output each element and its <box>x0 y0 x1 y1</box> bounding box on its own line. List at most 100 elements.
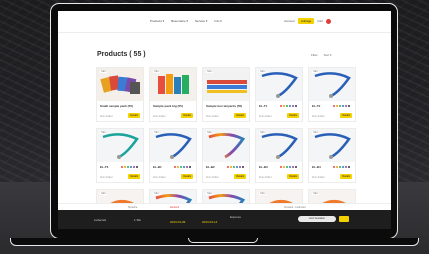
color-swatch <box>286 105 288 107</box>
product-link[interactable]: Zum Artikel <box>100 176 113 179</box>
product-title[interactable]: Sample box lanyards (55) <box>206 104 248 108</box>
nav-item-info[interactable]: Info ▾ <box>214 19 221 23</box>
product-card[interactable]: NEU EL-B2 Zum Artikel Details <box>202 128 250 183</box>
color-swatch <box>336 166 338 168</box>
color-swatch <box>348 166 350 168</box>
product-details-button[interactable]: Details <box>128 174 140 179</box>
color-swatch <box>342 105 344 107</box>
product-details-button[interactable]: Details <box>181 174 193 179</box>
product-card[interactable]: NEU Sample pack big (55) Zum Artikel Detail… <box>149 67 197 122</box>
product-tag: NEU <box>153 70 161 73</box>
color-swatch <box>124 166 126 168</box>
bar-label-express: Express <box>230 215 241 219</box>
color-swatch <box>127 166 129 168</box>
product-tag: NEU <box>259 70 267 73</box>
product-details-button[interactable]: Details <box>128 113 140 118</box>
product-tag: NEU <box>206 192 214 195</box>
color-swatches <box>121 166 138 168</box>
product-link[interactable]: Zum Artikel <box>312 176 325 179</box>
filter-link[interactable]: Filter <box>311 53 318 57</box>
bar-date-1: 2023-03-09 <box>170 220 186 224</box>
product-link[interactable]: Zum Artikel <box>206 115 219 118</box>
account-area: Account Anfrage Cart <box>284 18 332 24</box>
nav-item-service[interactable]: Service ▾ <box>195 19 207 23</box>
product-card[interactable]: NEU EL-B1 Zum Artikel Details <box>149 128 197 183</box>
product-card[interactable]: NEU EL-T2 Zum Artikel Details <box>308 67 356 122</box>
footer-shipping-link[interactable]: Versand - Lieferzeit <box>284 206 306 209</box>
color-swatches <box>174 166 191 168</box>
bar-label-qty: 1 Stk <box>134 218 141 222</box>
product-tag: NEU <box>100 131 108 134</box>
product-link[interactable]: Zum Artikel <box>153 176 166 179</box>
product-details-button[interactable]: Details <box>287 174 299 179</box>
sort-dropdown[interactable]: Sort ▾ <box>324 53 332 57</box>
color-swatch <box>121 166 123 168</box>
laptop-notch <box>188 238 258 243</box>
color-swatch <box>236 166 238 168</box>
product-details-button[interactable]: Details <box>234 174 246 179</box>
product-link[interactable]: Zum Artikel <box>100 115 113 118</box>
color-swatch <box>345 105 347 107</box>
product-title[interactable]: Small sample pack (55) <box>100 104 142 108</box>
laptop-screen: Products ▾ Besondere ▾ Service ▾ Info ▾ … <box>58 11 391 229</box>
product-details-button[interactable]: Details <box>234 113 246 118</box>
product-tag: NEU <box>312 70 320 73</box>
color-swatch <box>345 166 347 168</box>
product-tag: NEU <box>259 192 267 195</box>
order-pill-button[interactable]: Jetzt bestellen <box>298 216 336 222</box>
product-card[interactable]: NEU EL-T1 Zum Artikel Details <box>255 67 303 122</box>
bar-label-delivery: Lieferzeit <box>94 218 107 222</box>
color-swatch <box>174 166 176 168</box>
product-tag: NEU <box>259 131 267 134</box>
product-link[interactable]: Zum Artikel <box>206 176 219 179</box>
product-tag: NEU <box>100 70 108 73</box>
product-tag: NEU <box>206 131 214 134</box>
color-swatch <box>336 105 338 107</box>
color-swatch <box>348 105 350 107</box>
color-swatch <box>292 105 294 107</box>
product-link[interactable]: Zum Artikel <box>259 115 272 118</box>
color-swatch <box>230 166 232 168</box>
nav-item-special[interactable]: Besondere ▾ <box>171 19 188 23</box>
color-swatch <box>295 105 297 107</box>
color-swatches <box>333 105 350 107</box>
product-link[interactable]: Zum Artikel <box>259 176 272 179</box>
product-card[interactable]: NEU Sample box lanyards (55) Zum Artikel De… <box>202 67 250 122</box>
color-swatch <box>233 166 235 168</box>
color-swatch <box>177 166 179 168</box>
product-details-button[interactable]: Details <box>287 113 299 118</box>
footer-strip: Sprache Deutsch Versand - Lieferzeit <box>58 203 391 210</box>
product-title[interactable]: Sample pack big (55) <box>153 104 195 108</box>
color-swatch <box>130 166 132 168</box>
main-nav: Products ▾ Besondere ▾ Service ▾ Info ▾ <box>150 19 222 23</box>
cart-link[interactable]: Cart <box>317 19 323 23</box>
color-swatch <box>227 166 229 168</box>
product-details-button[interactable]: Details <box>340 113 352 118</box>
product-details-button[interactable]: Details <box>340 174 352 179</box>
nav-item-products[interactable]: Products ▾ <box>150 19 164 23</box>
product-tag: NEU <box>312 131 320 134</box>
order-go-button[interactable] <box>339 216 349 222</box>
configurator-bar: Lieferzeit 1 Stk 2023-03-09 2023-03-14 E… <box>58 210 391 229</box>
product-card[interactable]: NEU Small sample pack (55) Zum Artikel Deta… <box>96 67 144 122</box>
color-swatches <box>280 166 297 168</box>
product-card[interactable]: NEU EL-T3 Zum Artikel Details <box>96 128 144 183</box>
product-details-button[interactable]: Details <box>181 113 193 118</box>
color-swatch <box>242 166 244 168</box>
product-card[interactable]: NEU EL-B4 Zum Artikel Details <box>308 128 356 183</box>
product-link[interactable]: Zum Artikel <box>153 115 166 118</box>
account-link[interactable]: Account <box>284 19 295 23</box>
color-swatch <box>333 105 335 107</box>
product-card[interactable]: NEU EL-B3 Zum Artikel Details <box>255 128 303 183</box>
page-title: Products ( 55 ) <box>97 51 146 58</box>
color-swatch <box>189 166 191 168</box>
color-swatch <box>339 105 341 107</box>
color-swatch <box>280 105 282 107</box>
color-swatches <box>333 166 350 168</box>
inquiry-button[interactable]: Anfrage <box>297 18 315 24</box>
product-link[interactable]: Zum Artikel <box>312 115 325 118</box>
color-swatches <box>227 166 244 168</box>
color-swatch <box>136 166 138 168</box>
bar-date-2: 2023-03-14 <box>202 220 218 224</box>
footer-language-value[interactable]: Deutsch <box>170 206 179 209</box>
